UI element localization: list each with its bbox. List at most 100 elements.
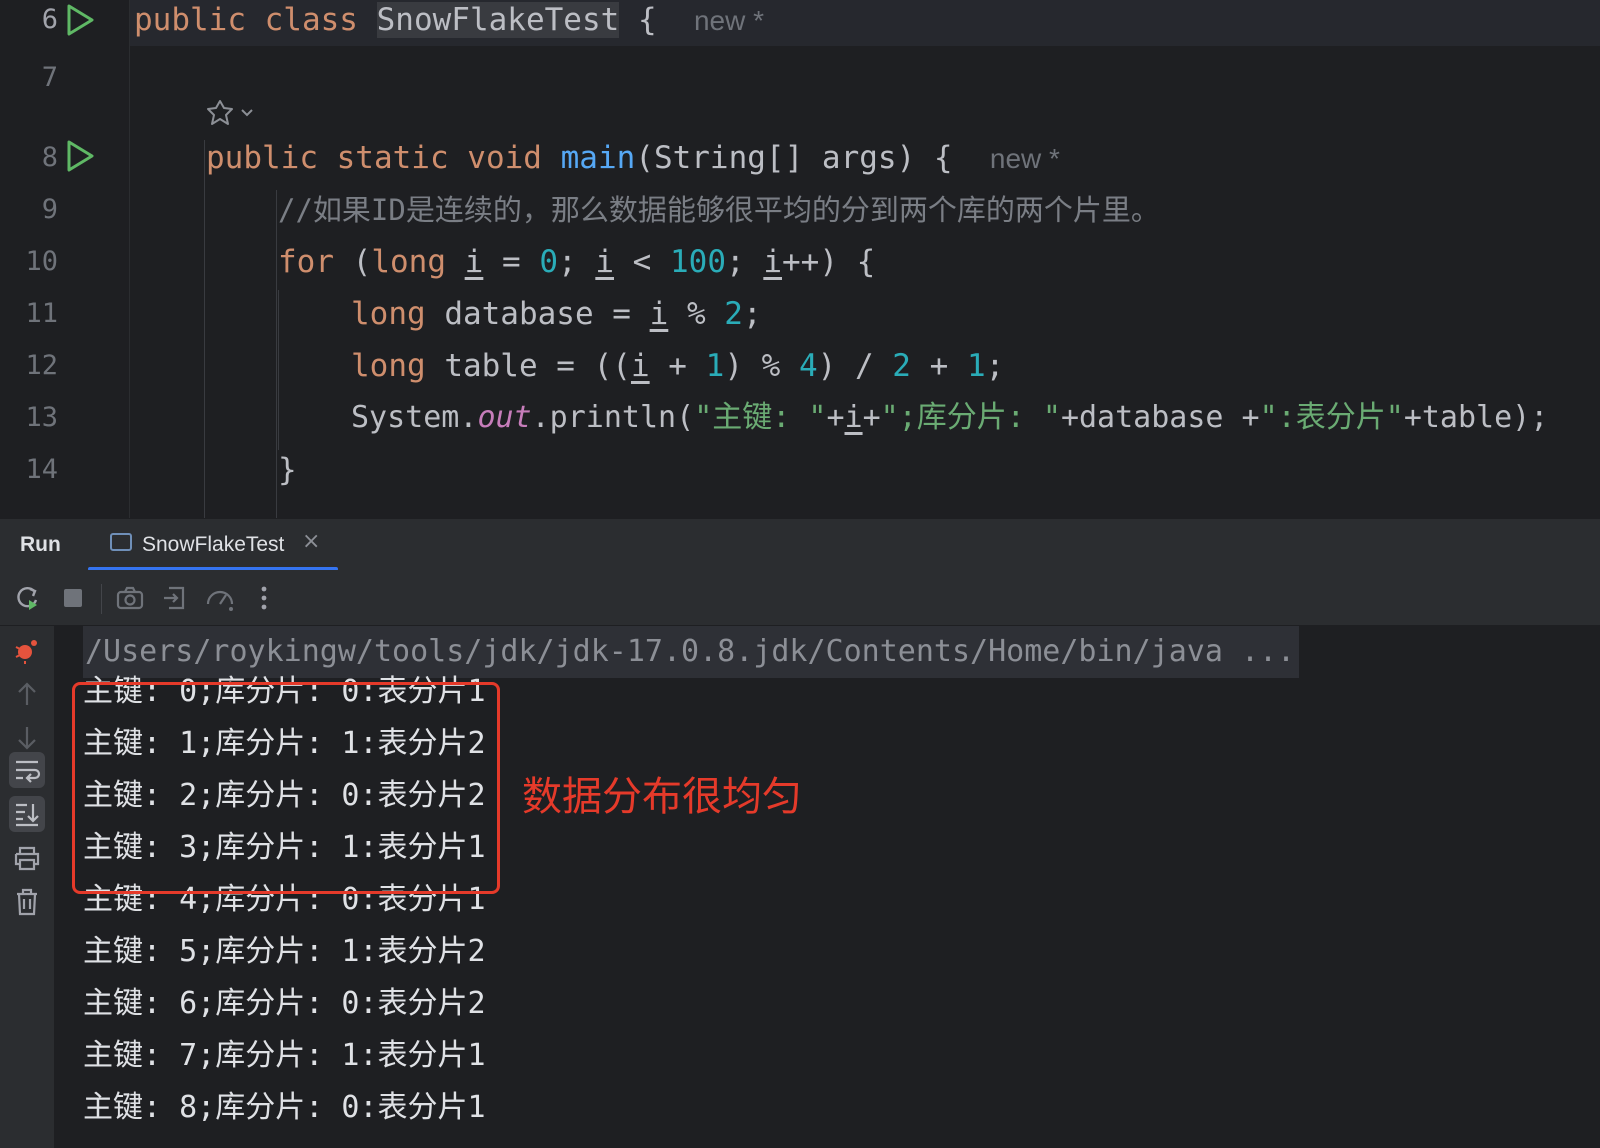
code-token: ++) {: [782, 244, 876, 280]
console-line: 主键: 7;库分片: 1:表分片1: [83, 1038, 486, 1073]
run-tool-window-header: Run SnowFlakeTest ×: [0, 518, 1600, 571]
keyword: long: [351, 348, 426, 384]
code-token: ;: [985, 348, 1005, 384]
console-line: 主键: 8;库分片: 0:表分片1: [83, 1090, 486, 1125]
code-token: ;: [742, 296, 762, 332]
debug-bug-icon[interactable]: [9, 632, 45, 668]
variable: i: [649, 296, 669, 332]
println-statement: System.out.println("主键: "+i+";库分片: "+dat…: [351, 396, 1548, 440]
line-number: 12: [25, 350, 58, 381]
console-line: 主键: 5;库分片: 1:表分片2: [83, 934, 486, 969]
number-literal: 0: [539, 244, 558, 280]
keyword: for: [278, 244, 334, 280]
code-token: +: [649, 348, 706, 384]
print-icon[interactable]: [9, 840, 45, 876]
number-literal: 1: [705, 348, 725, 384]
code-token: ) /: [817, 348, 893, 384]
code-line-12: 12 long table = ((i + 1) % 4) / 2 + 1;: [0, 340, 1600, 393]
code-line-9: 9 //如果ID是连续的，那么数据能够很平均的分到两个库的两个片里。: [0, 184, 1600, 237]
soft-wrap-icon[interactable]: [9, 752, 45, 788]
code-token: (: [334, 244, 372, 280]
number-literal: 1: [966, 348, 986, 384]
code-editor[interactable]: 6 public class SnowFlakeTest { new * 7 8…: [0, 0, 1600, 518]
string-literal: ";库分片: ": [880, 400, 1061, 435]
string-literal: "主键: ": [694, 400, 827, 435]
code-token: +: [862, 400, 881, 435]
annotation-label: 数据分布很均匀: [522, 774, 802, 820]
run-class-icon[interactable]: [64, 2, 96, 38]
code-line-10: 10 for (long i = 0; i < 100; i++) {: [0, 236, 1600, 289]
line-number: 6: [41, 4, 58, 35]
line-number: 10: [25, 246, 58, 277]
code-comment: //如果ID是连续的，那么数据能够很平均的分到两个库的两个片里。: [278, 193, 1160, 227]
code-token: +database +: [1060, 400, 1260, 435]
more-icon[interactable]: [248, 582, 280, 614]
ai-actions-icon[interactable]: [206, 98, 262, 128]
rerun-icon[interactable]: [12, 582, 44, 614]
class-declaration: public class SnowFlakeTest { new *: [134, 0, 764, 43]
author-hint[interactable]: new *: [694, 5, 764, 36]
trash-icon[interactable]: [9, 884, 45, 920]
code-token: +: [910, 348, 967, 384]
run-window-title: Run: [20, 533, 61, 556]
params: (String[] args) {: [635, 140, 953, 176]
keyword: public static void: [206, 140, 542, 176]
code-token: ) %: [724, 348, 799, 384]
line-number: 11: [25, 298, 58, 329]
code-token: ;: [558, 244, 596, 280]
console-side-toolbar: [0, 626, 54, 1148]
code-token: <: [614, 244, 670, 280]
number-literal: 100: [670, 244, 726, 280]
author-hint[interactable]: new *: [990, 143, 1060, 174]
restore-layout-icon[interactable]: [159, 582, 191, 614]
scroll-to-end-icon[interactable]: [9, 796, 45, 832]
line-number: 9: [41, 194, 58, 225]
code-token: =: [483, 244, 540, 280]
camera-icon[interactable]: [114, 582, 146, 614]
code-line-8: 8 public static void main(String[] args)…: [0, 132, 1600, 185]
class-name: SnowFlakeTest: [376, 2, 620, 38]
close-icon[interactable]: ×: [302, 529, 320, 554]
variable: i: [844, 400, 863, 435]
arrow-down-icon[interactable]: [9, 720, 45, 756]
line-number: 13: [25, 402, 58, 433]
code-token: database =: [425, 296, 650, 332]
code-token: %: [668, 296, 725, 332]
code-token: ;: [726, 244, 764, 280]
tab-label: SnowFlakeTest: [142, 533, 285, 556]
annotation-highlight-box: [72, 682, 500, 894]
for-statement: for (long i = 0; i < 100; i++) {: [278, 240, 875, 284]
toolbar-separator: [101, 584, 102, 614]
number-literal: 4: [798, 348, 818, 384]
closing-brace: }: [278, 452, 297, 488]
code-line-11: 11 long database = i % 2;: [0, 288, 1600, 341]
console-tab-icon: [110, 533, 132, 551]
brace: {: [637, 2, 657, 38]
arrow-up-icon[interactable]: [9, 676, 45, 712]
code-token: table = ((: [425, 348, 631, 384]
keyword: public class: [134, 2, 358, 38]
line-number: 8: [41, 142, 58, 173]
code-token: System.: [351, 400, 478, 435]
line-number: 14: [25, 454, 58, 485]
main-declaration: public static void main(String[] args) {…: [206, 136, 1060, 181]
run-toolbar: [0, 570, 1600, 626]
number-literal: 2: [724, 296, 743, 332]
code-token: +: [826, 400, 845, 435]
variable: i: [464, 244, 484, 280]
number-literal: 2: [892, 348, 911, 384]
variable: i: [595, 244, 614, 280]
console-line: 主键: 6;库分片: 0:表分片2: [83, 986, 486, 1021]
profiler-icon[interactable]: [204, 582, 236, 614]
line-number: 7: [41, 62, 58, 93]
keyword: long: [371, 244, 446, 280]
code-line-13: 13 System.out.println("主键: "+i+";库分片: "+…: [0, 392, 1600, 445]
run-main-icon[interactable]: [64, 138, 96, 174]
static-field: out: [477, 400, 532, 435]
stop-icon[interactable]: [57, 582, 89, 614]
method-name: main: [560, 140, 636, 176]
tab-snowflaketest[interactable]: SnowFlakeTest ×: [88, 519, 338, 571]
keyword: long: [351, 296, 426, 332]
code-token: .println(: [531, 400, 695, 435]
variable: i: [763, 244, 782, 280]
